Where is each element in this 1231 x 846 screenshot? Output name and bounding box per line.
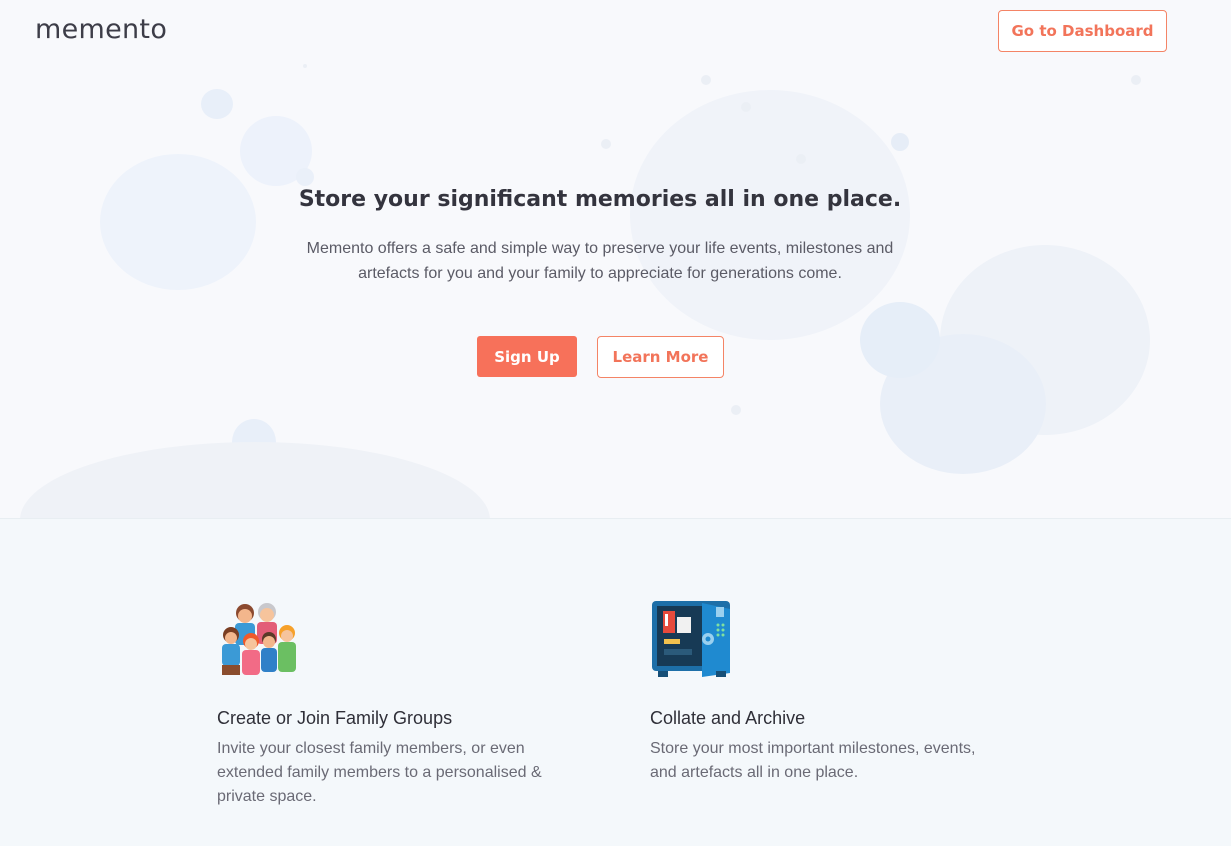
feature-description: Store your most important milestones, ev… bbox=[650, 740, 976, 781]
memento-logo[interactable]: memento bbox=[35, 14, 167, 45]
go-to-dashboard-button[interactable]: Go to Dashboard bbox=[998, 10, 1167, 52]
safe-vault-icon bbox=[652, 601, 730, 677]
feature-title: Create or Join Family Groups bbox=[217, 708, 453, 728]
feature-title: Collate and Archive bbox=[650, 708, 806, 728]
feature-description: Invite your closest family members, or e… bbox=[217, 740, 542, 805]
hero-headline: Store your significant memories all in o… bbox=[298, 187, 902, 212]
features-section: Create or Join Family Groups Invite your… bbox=[0, 519, 1231, 846]
hero-section: memento Go to Dashboard Store your signi… bbox=[0, 0, 1231, 518]
sign-up-button[interactable]: Sign Up bbox=[477, 336, 577, 377]
family-group-icon bbox=[222, 603, 296, 675]
top-navbar: memento Go to Dashboard bbox=[0, 0, 1231, 64]
learn-more-button[interactable]: Learn More bbox=[597, 336, 724, 378]
hero-subtext: Memento offers a safe and simple way to … bbox=[306, 240, 894, 282]
